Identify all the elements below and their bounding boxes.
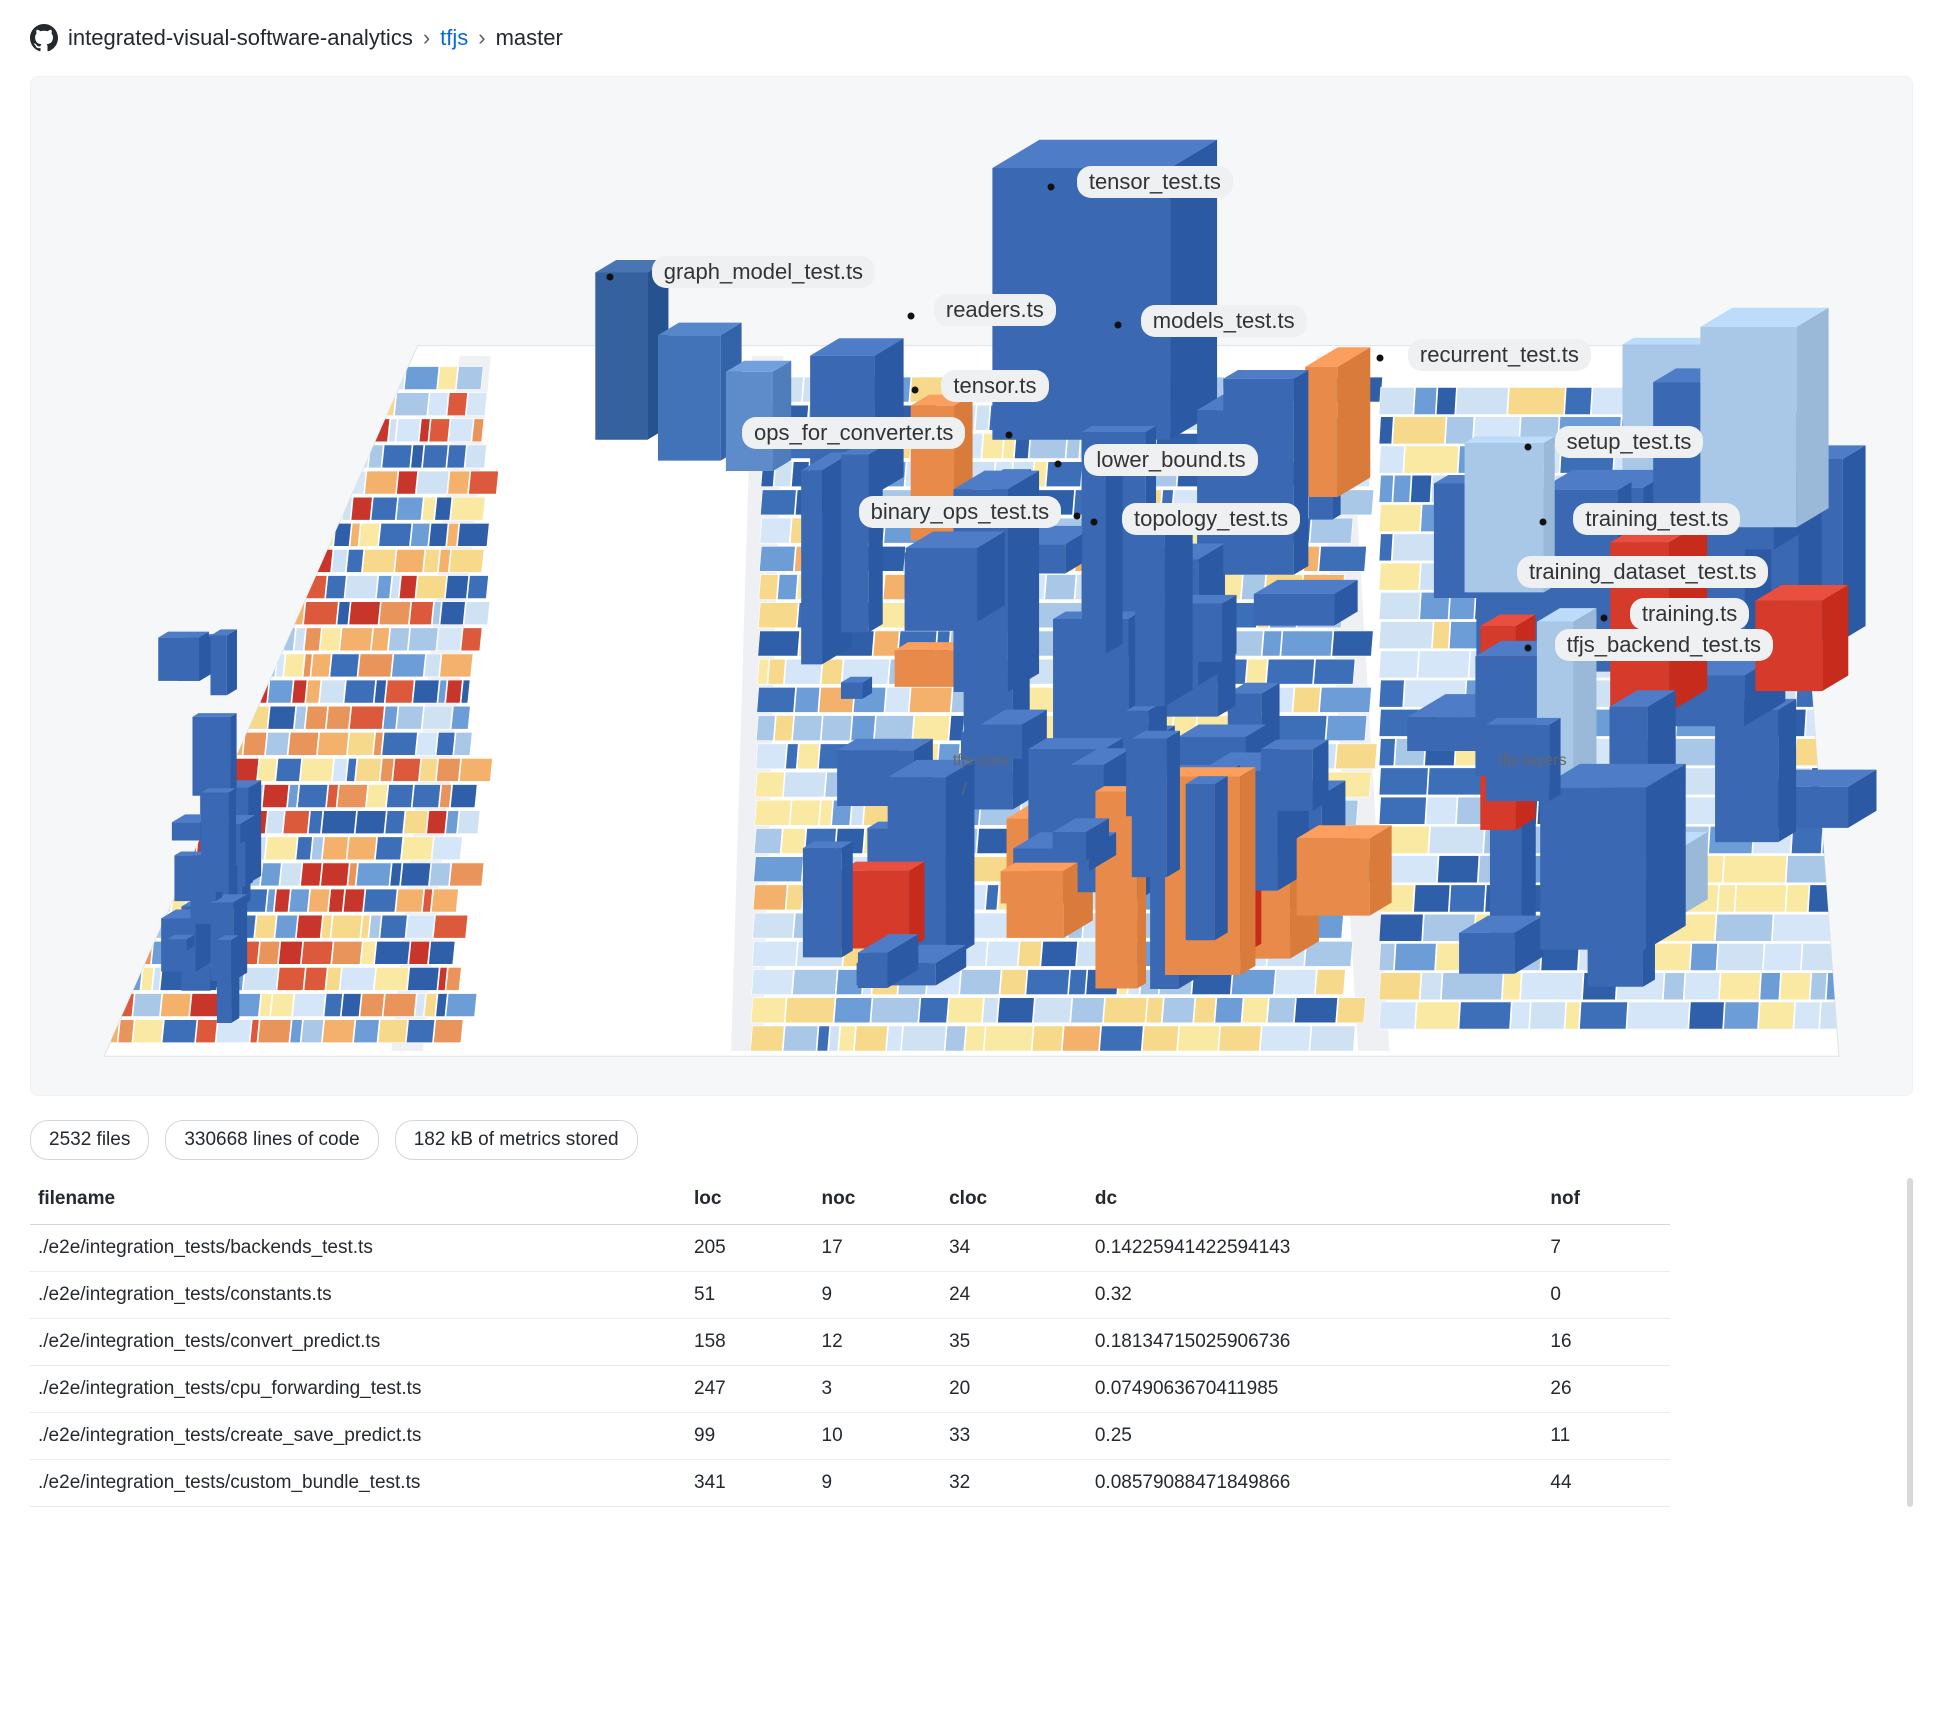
- cell-cloc: 32: [941, 1460, 1087, 1507]
- breadcrumb-repo[interactable]: tfjs: [440, 25, 468, 51]
- metrics-table: filename loc noc cloc dc nof ./e2e/integ…: [30, 1178, 1670, 1507]
- cell-cloc: 33: [941, 1413, 1087, 1460]
- col-noc[interactable]: noc: [814, 1178, 942, 1225]
- cell-noc: 12: [814, 1319, 942, 1366]
- cell-nof: 26: [1542, 1366, 1670, 1413]
- cell-filename: ./e2e/integration_tests/cpu_forwarding_t…: [30, 1366, 686, 1413]
- file-label[interactable]: ops_for_converter.ts: [742, 417, 965, 449]
- cell-loc: 247: [686, 1366, 814, 1413]
- breadcrumb: integrated-visual-software-analytics › t…: [30, 24, 1913, 52]
- region-label-root: /: [962, 781, 966, 799]
- github-icon: [30, 24, 58, 52]
- cell-loc: 158: [686, 1319, 814, 1366]
- file-label[interactable]: lower_bound.ts: [1084, 444, 1257, 476]
- cell-dc: 0.25: [1087, 1413, 1543, 1460]
- label-dot: [912, 386, 919, 393]
- label-dot: [908, 313, 915, 320]
- table-row[interactable]: ./e2e/integration_tests/convert_predict.…: [30, 1319, 1670, 1366]
- col-nof[interactable]: nof: [1542, 1178, 1670, 1225]
- file-label[interactable]: training.ts: [1630, 598, 1749, 630]
- cell-dc: 0.0749063670411985: [1087, 1366, 1543, 1413]
- chip-metrics[interactable]: 182 kB of metrics stored: [395, 1120, 638, 1160]
- label-dot: [607, 273, 614, 280]
- col-filename[interactable]: filename: [30, 1178, 686, 1225]
- cell-nof: 0: [1542, 1272, 1670, 1319]
- metrics-table-wrap: filename loc noc cloc dc nof ./e2e/integ…: [30, 1178, 1913, 1507]
- cell-loc: 205: [686, 1225, 814, 1272]
- file-label[interactable]: training_dataset_test.ts: [1517, 556, 1768, 588]
- file-label[interactable]: recurrent_test.ts: [1408, 339, 1591, 371]
- cell-cloc: 20: [941, 1366, 1087, 1413]
- file-label[interactable]: graph_model_test.ts: [652, 256, 875, 288]
- breadcrumb-branch[interactable]: master: [496, 25, 563, 51]
- region-label-core: tfjs-core: [953, 752, 1010, 770]
- cell-filename: ./e2e/integration_tests/backends_test.ts: [30, 1225, 686, 1272]
- cell-loc: 51: [686, 1272, 814, 1319]
- label-dot: [1525, 443, 1532, 450]
- col-cloc[interactable]: cloc: [941, 1178, 1087, 1225]
- table-row[interactable]: ./e2e/integration_tests/constants.ts5192…: [30, 1272, 1670, 1319]
- label-dot: [1090, 518, 1097, 525]
- cell-noc: 9: [814, 1460, 942, 1507]
- treemap-visualization[interactable]: tensor_test.ts graph_model_test.tsreaders…: [30, 76, 1913, 1096]
- file-label[interactable]: binary_ops_test.ts: [859, 496, 1062, 528]
- label-dot: [1115, 322, 1122, 329]
- table-row[interactable]: ./e2e/integration_tests/custom_bundle_te…: [30, 1460, 1670, 1507]
- cell-filename: ./e2e/integration_tests/convert_predict.…: [30, 1319, 686, 1366]
- cell-cloc: 34: [941, 1225, 1087, 1272]
- cell-noc: 3: [814, 1366, 942, 1413]
- cell-loc: 341: [686, 1460, 814, 1507]
- col-dc[interactable]: dc: [1087, 1178, 1543, 1225]
- label-dot: [1006, 432, 1013, 439]
- file-label[interactable]: tensor.ts: [941, 370, 1048, 402]
- table-header-row: filename loc noc cloc dc nof: [30, 1178, 1670, 1225]
- label-dot: [1073, 512, 1080, 519]
- stats-chips: 2532 files 330668 lines of code 182 kB o…: [30, 1120, 1913, 1160]
- cell-loc: 99: [686, 1413, 814, 1460]
- table-row[interactable]: ./e2e/integration_tests/backends_test.ts…: [30, 1225, 1670, 1272]
- cell-cloc: 35: [941, 1319, 1087, 1366]
- label-dot: [1376, 354, 1383, 361]
- cell-filename: ./e2e/integration_tests/create_save_pred…: [30, 1413, 686, 1460]
- label-dot: [1047, 183, 1054, 190]
- file-label[interactable]: setup_test.ts: [1555, 426, 1704, 458]
- cell-filename: ./e2e/integration_tests/constants.ts: [30, 1272, 686, 1319]
- file-label[interactable]: topology_test.ts: [1122, 503, 1300, 535]
- cell-cloc: 24: [941, 1272, 1087, 1319]
- file-label[interactable]: tensor_test.ts: [1077, 166, 1233, 198]
- cell-nof: 11: [1542, 1413, 1670, 1460]
- table-row[interactable]: ./e2e/integration_tests/create_save_pred…: [30, 1413, 1670, 1460]
- cell-nof: 44: [1542, 1460, 1670, 1507]
- cell-nof: 16: [1542, 1319, 1670, 1366]
- chevron-right-icon: ›: [478, 25, 485, 51]
- cell-noc: 17: [814, 1225, 942, 1272]
- label-dot: [1540, 518, 1547, 525]
- file-label[interactable]: models_test.ts: [1141, 305, 1307, 337]
- cell-dc: 0.08579088471849866: [1087, 1460, 1543, 1507]
- file-label[interactable]: tfjs_backend_test.ts: [1555, 629, 1773, 661]
- table-row[interactable]: ./e2e/integration_tests/cpu_forwarding_t…: [30, 1366, 1670, 1413]
- label-dot: [1055, 460, 1062, 467]
- file-label[interactable]: training_test.ts: [1573, 503, 1740, 535]
- chip-loc[interactable]: 330668 lines of code: [165, 1120, 378, 1160]
- cell-noc: 9: [814, 1272, 942, 1319]
- cell-nof: 7: [1542, 1225, 1670, 1272]
- cell-filename: ./e2e/integration_tests/custom_bundle_te…: [30, 1460, 686, 1507]
- col-loc[interactable]: loc: [686, 1178, 814, 1225]
- label-dot: [1525, 645, 1532, 652]
- cell-dc: 0.32: [1087, 1272, 1543, 1319]
- chevron-right-icon: ›: [423, 25, 430, 51]
- chip-files[interactable]: 2532 files: [30, 1120, 149, 1160]
- file-label[interactable]: readers.ts: [934, 294, 1056, 326]
- breadcrumb-org[interactable]: integrated-visual-software-analytics: [68, 25, 413, 51]
- cell-dc: 0.18134715025906736: [1087, 1319, 1543, 1366]
- region-label-layers: tfjs-layers: [1498, 752, 1566, 770]
- cell-dc: 0.14225941422594143: [1087, 1225, 1543, 1272]
- cell-noc: 10: [814, 1413, 942, 1460]
- label-dot: [1600, 614, 1607, 621]
